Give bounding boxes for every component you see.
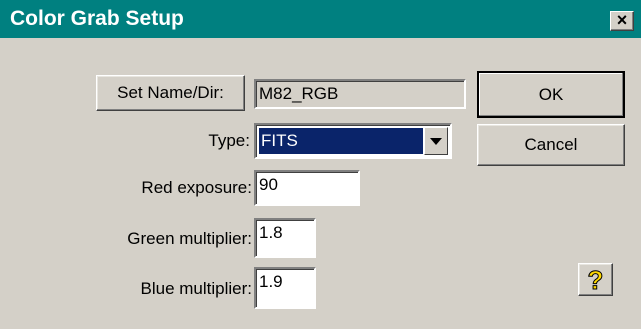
set-name-dir-button-label: Set Name/Dir: (117, 83, 224, 102)
title-bar[interactable]: Color Grab Setup × (0, 0, 641, 38)
close-button[interactable]: × (610, 11, 634, 31)
close-icon: × (616, 10, 628, 30)
green-multiplier-value: 1.8 (259, 223, 283, 242)
set-name-dir-button[interactable]: Set Name/Dir: (96, 75, 245, 111)
help-icon: ? (587, 264, 604, 295)
ok-button[interactable]: OK (477, 71, 625, 118)
blue-multiplier-input[interactable]: 1.9 (254, 267, 316, 309)
type-selected-value: FITS (259, 128, 423, 154)
red-exposure-value: 90 (259, 175, 278, 194)
ok-button-label: OK (538, 84, 564, 104)
blue-multiplier-value: 1.9 (259, 272, 283, 291)
green-multiplier-label: Green multiplier: (127, 229, 252, 248)
name-dir-field: M82_RGB (254, 79, 466, 109)
help-button[interactable]: ? (578, 263, 613, 296)
color-grab-setup-dialog: Color Grab Setup × Set Name/Dir: M82_RGB… (0, 0, 641, 329)
red-exposure-input[interactable]: 90 (254, 170, 360, 206)
cancel-button-label: Cancel (524, 135, 578, 154)
cancel-button[interactable]: Cancel (477, 124, 625, 166)
green-multiplier-input[interactable]: 1.8 (254, 218, 316, 258)
blue-multiplier-label: Blue multiplier: (140, 279, 253, 298)
type-dropdown-button[interactable] (424, 127, 448, 155)
type-label: Type: (208, 131, 250, 150)
name-dir-value: M82_RGB (259, 84, 339, 103)
type-select[interactable]: FITS (254, 123, 452, 159)
red-exposure-label: Red exposure: (141, 178, 252, 197)
window-title: Color Grab Setup (10, 7, 184, 30)
chevron-down-icon (430, 137, 442, 145)
